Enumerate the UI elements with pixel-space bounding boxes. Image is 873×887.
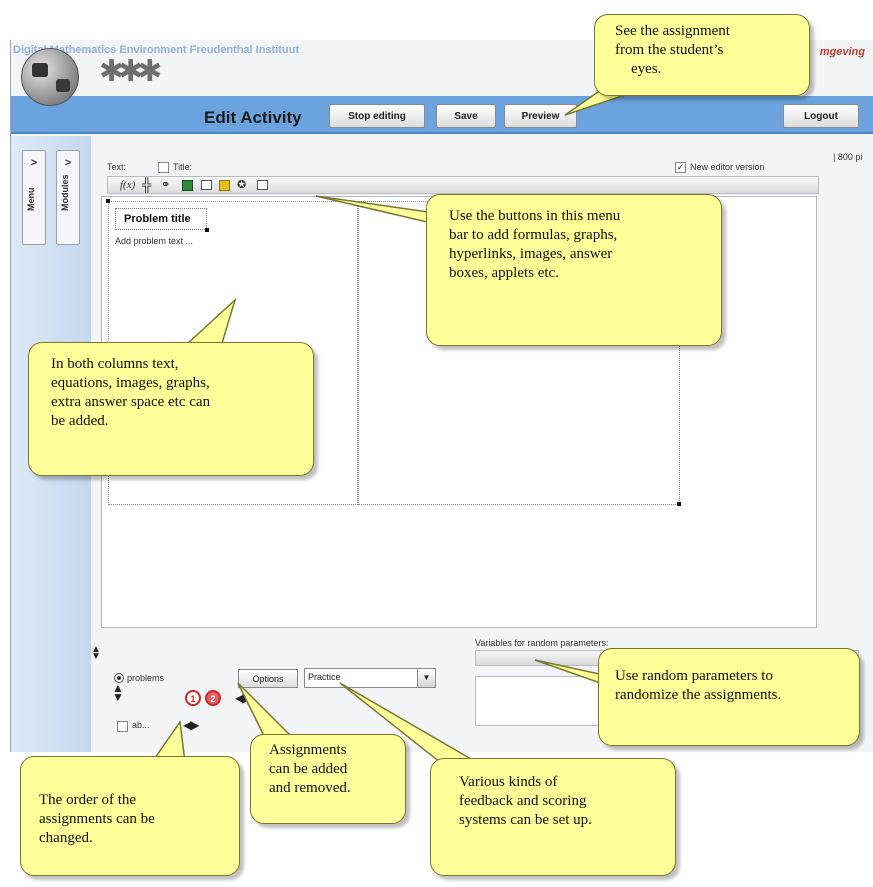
applet-icon[interactable] bbox=[219, 180, 230, 191]
feedback-callout: Various kinds of feedback and scoring sy… bbox=[430, 758, 676, 876]
assignment-2-button[interactable]: 2 bbox=[205, 690, 221, 706]
problem-title[interactable]: Problem title bbox=[115, 208, 207, 230]
random-callout: Use random parameters to randomize the a… bbox=[598, 648, 860, 746]
new-editor-label: New editor version bbox=[690, 162, 765, 172]
ab-checkbox[interactable] bbox=[117, 721, 128, 732]
add-remove-callout: Assignments can be added and removed. bbox=[250, 734, 406, 824]
tab-menu[interactable]: > Menu bbox=[22, 150, 46, 245]
title-label: Title: bbox=[173, 162, 193, 172]
add-remove-assignment-icon[interactable]: ◀▶ bbox=[235, 691, 252, 705]
answer-box-icon[interactable] bbox=[201, 180, 212, 190]
options-button[interactable]: Options bbox=[238, 669, 298, 688]
logo-ball-icon bbox=[21, 48, 79, 106]
logo-figures-icon: ✱✱✱ bbox=[99, 55, 162, 88]
resize-handle[interactable] bbox=[677, 502, 681, 506]
text-label: Text: bbox=[107, 162, 127, 172]
ab-label: ab... bbox=[132, 720, 150, 730]
editor-toolbar: f(x) ╬ ⚭ ✪ bbox=[107, 176, 819, 194]
graph-icon[interactable]: ╬ bbox=[142, 178, 151, 192]
save-button[interactable]: Save bbox=[436, 104, 496, 128]
title-checkbox[interactable] bbox=[158, 162, 169, 173]
problem-text[interactable]: Add problem text ... bbox=[115, 236, 193, 246]
page-title: Edit Activity bbox=[204, 108, 302, 127]
toolbar-callout: Use the buttons in this menu bar to add … bbox=[426, 194, 722, 346]
assignment-1-button[interactable]: 1 bbox=[185, 690, 201, 706]
feedback-select-value: Practice bbox=[308, 672, 341, 682]
preview-callout: See the assignment from the student’s ey… bbox=[594, 14, 810, 96]
order-callout: The order of the assignments can be chan… bbox=[20, 756, 240, 876]
size-label: | 800 pi bbox=[833, 152, 863, 162]
tab-modules[interactable]: > Modules bbox=[56, 150, 80, 245]
move-up-down-icon[interactable]: ▲ ▼ bbox=[91, 645, 101, 662]
app-title-right: mgeving bbox=[819, 46, 865, 58]
stop-editing-button[interactable]: Stop editing bbox=[329, 104, 425, 128]
image-icon[interactable] bbox=[182, 180, 193, 191]
problems-label: problems bbox=[127, 673, 165, 683]
tab-menu-label: Menu bbox=[26, 187, 36, 212]
tab-modules-label: Modules bbox=[60, 174, 70, 211]
reorder-assignments-icon[interactable]: ◀▶ bbox=[183, 718, 200, 732]
logout-button[interactable]: Logout bbox=[783, 104, 859, 128]
resize-handle[interactable] bbox=[106, 199, 110, 203]
preview-button[interactable]: Preview bbox=[504, 104, 577, 128]
feedback-select[interactable]: Practice ▼ bbox=[304, 668, 436, 688]
misc-icon[interactable] bbox=[257, 180, 268, 190]
new-editor-checkbox[interactable]: ✓ bbox=[675, 162, 686, 173]
columns-callout: In both columns text, equations, images,… bbox=[28, 342, 314, 476]
hyperlink-icon[interactable]: ⚭ bbox=[161, 178, 170, 192]
chevron-down-icon[interactable]: ▼ bbox=[417, 669, 435, 687]
resize-handle[interactable] bbox=[205, 228, 209, 232]
extra-icon[interactable]: ✪ bbox=[237, 178, 246, 192]
move-up-down-icon[interactable]: ▲ ▼ bbox=[112, 682, 124, 703]
formula-icon[interactable]: f(x) bbox=[120, 178, 135, 192]
variables-label: Variables for random parameters: bbox=[475, 638, 609, 648]
